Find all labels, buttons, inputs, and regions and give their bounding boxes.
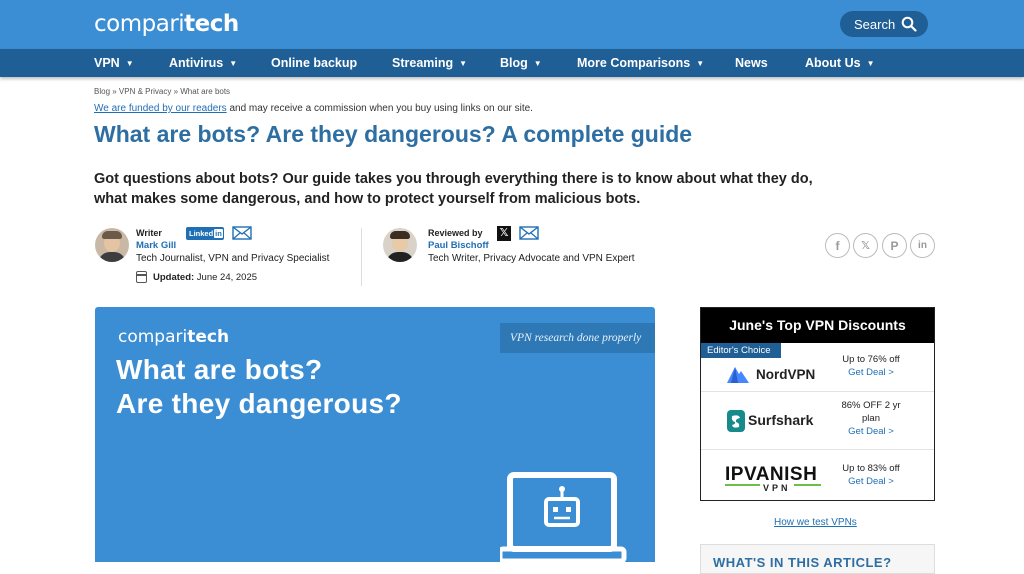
nav-item-blog[interactable]: Blog ▼ — [500, 56, 542, 70]
reviewer-avatar[interactable] — [383, 228, 417, 262]
toc-title[interactable]: WHAT'S IN THIS ARTICLE? — [713, 555, 892, 570]
nav-item-news[interactable]: News — [735, 56, 768, 70]
vendor-ipvanish-sub: VPN — [760, 483, 794, 493]
top-header: comparitech Search — [0, 0, 1024, 49]
nav-item-about-us[interactable]: About Us ▼ — [805, 56, 874, 70]
chevron-down-icon: ▼ — [459, 59, 468, 68]
chevron-down-icon: ▼ — [866, 59, 875, 68]
page-title: What are bots? Are they dangerous? A com… — [94, 121, 693, 147]
share-facebook-icon[interactable]: f — [825, 233, 850, 258]
chevron-down-icon: ▼ — [125, 59, 134, 68]
vendor-nordvpn[interactable]: NordVPN — [756, 367, 815, 382]
site-logo[interactable]: comparitech — [94, 11, 239, 37]
share-pinterest-icon[interactable]: P — [882, 233, 907, 258]
writer-label: Writer — [136, 228, 162, 238]
get-deal-ipvanish[interactable]: Get Deal > — [836, 475, 906, 488]
author-divider — [361, 228, 362, 286]
get-deal-surfshark[interactable]: Get Deal > — [836, 425, 906, 438]
how-we-test-link[interactable]: How we test VPNs — [774, 517, 857, 528]
nav-item-streaming[interactable]: Streaming ▼ — [392, 56, 467, 70]
calendar-icon — [136, 271, 147, 283]
share-linkedin-icon[interactable]: in — [910, 233, 935, 258]
nav-item-more-comparisons[interactable]: More Comparisons ▼ — [577, 56, 704, 70]
reviewer-role: Tech Writer, Privacy Advocate and VPN Ex… — [428, 253, 635, 264]
linkedin-icon[interactable]: Linked in — [186, 227, 224, 240]
nav-item-vpn[interactable]: VPN ▼ — [94, 56, 134, 70]
deal-row-nordvpn[interactable]: NordVPN Up to 76% off Get Deal > — [701, 343, 934, 391]
reviewer-mail-icon[interactable] — [519, 226, 539, 240]
vpn-deals-widget: June's Top VPN Discounts Editor's Choice… — [700, 307, 935, 501]
hero-tagline: VPN research done properly — [500, 323, 655, 353]
offer-ipvanish: Up to 83% off — [842, 463, 900, 474]
writer-role: Tech Journalist, VPN and Privacy Special… — [136, 253, 330, 264]
writer-name[interactable]: Mark Gill — [136, 240, 176, 251]
get-deal-nordvpn[interactable]: Get Deal > — [836, 366, 906, 379]
main-nav: VPN ▼ Antivirus ▼ Online backup Streaming ▼… — [0, 49, 1024, 77]
updated-date: Updated: June 24, 2025 — [153, 272, 258, 283]
search-button[interactable]: Search — [840, 11, 928, 37]
funding-disclosure: We are funded by our readers and may rec… — [94, 103, 533, 114]
laptop-robot-icon — [500, 472, 627, 562]
reviewer-label: Reviewed by — [428, 228, 483, 238]
breadcrumb[interactable]: Blog » VPN & Privacy » What are bots — [94, 87, 230, 96]
chevron-down-icon: ▼ — [533, 59, 542, 68]
nav-item-antivirus[interactable]: Antivirus ▼ — [169, 56, 237, 70]
hero-title: What are bots? Are they dangerous? — [116, 354, 402, 419]
search-icon — [901, 16, 917, 32]
table-of-contents: WHAT'S IN THIS ARTICLE? — [700, 544, 935, 574]
chevron-down-icon: ▼ — [696, 59, 705, 68]
offer-surfshark: 86% OFF 2 yr plan — [841, 400, 901, 424]
surfshark-icon — [727, 410, 745, 432]
reviewer-name[interactable]: Paul Bischoff — [428, 240, 489, 251]
deals-heading: June's Top VPN Discounts — [701, 308, 934, 343]
deal-row-surfshark[interactable]: Surfshark 86% OFF 2 yr plan Get Deal > — [701, 391, 934, 449]
article-lede: Got questions about bots? Our guide take… — [94, 171, 813, 207]
writer-mail-icon[interactable] — [232, 226, 252, 240]
x-social-icon[interactable]: 𝕏 — [497, 226, 511, 241]
deal-row-ipvanish[interactable]: IPVANISH VPN Up to 83% off Get Deal > — [701, 449, 934, 501]
hero-image: comparitech VPN research done properly W… — [95, 307, 655, 562]
funding-link[interactable]: We are funded by our readers — [94, 103, 227, 114]
chevron-down-icon: ▼ — [229, 59, 238, 68]
nav-item-online-backup[interactable]: Online backup — [271, 56, 357, 70]
share-x-icon[interactable]: 𝕏 — [853, 233, 878, 258]
offer-nordvpn: Up to 76% off — [842, 354, 900, 365]
writer-avatar[interactable] — [95, 228, 129, 262]
hero-logo: comparitech — [118, 327, 230, 347]
search-label: Search — [854, 16, 896, 32]
nordvpn-icon — [727, 367, 749, 383]
vendor-surfshark[interactable]: Surfshark — [748, 412, 813, 428]
